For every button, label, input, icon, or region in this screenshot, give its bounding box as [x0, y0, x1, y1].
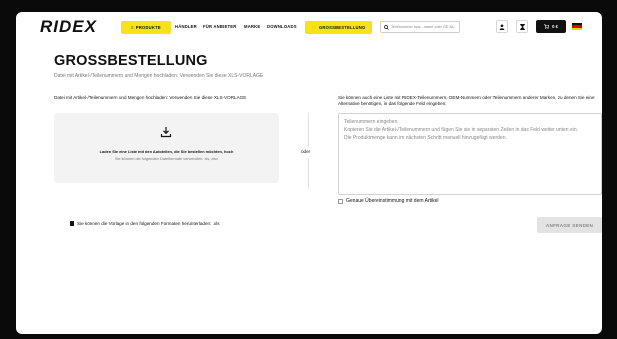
divider-line-top — [308, 113, 309, 147]
search-icon — [384, 24, 389, 30]
bulk-order-button[interactable]: ⚡ GROSSBESTELLUNG — [305, 21, 372, 34]
upload-label: Datei mit Artikel-/Teilenummern und Meng… — [54, 95, 247, 100]
user-icon — [499, 23, 505, 30]
upload-formats: Sie können die folgenden Dateiformate ve… — [114, 156, 219, 161]
exact-match-checkbox[interactable] — [338, 198, 343, 204]
oder-label: oder — [301, 149, 311, 154]
page-title: GROSSBESTELLUNG — [54, 53, 208, 69]
cart-button[interactable]: 0 € — [536, 20, 566, 33]
template-note-text: Sie können die Vorlage in den folgenden … — [77, 221, 220, 226]
cart-icon — [544, 24, 550, 29]
file-upload-dropzone[interactable]: Laden Sie eine Liste mit den Autoteilen,… — [54, 113, 279, 183]
recent-button[interactable] — [516, 20, 528, 33]
divider-line-bottom — [308, 159, 309, 189]
page-subtitle: Datei mit Artikel-/Teilenummern und Meng… — [54, 73, 264, 79]
textarea-placeholder-line: Die Produktmenge kann im nächsten Schrit… — [344, 135, 507, 141]
ridex-logo[interactable]: RIDEX — [40, 17, 97, 37]
send-request-button[interactable]: ANFRAGE SENDEN — [537, 217, 602, 233]
germany-flag-icon[interactable] — [572, 23, 582, 30]
exact-match-label: Genaue Übereinstimmung mit dem Artikel — [346, 198, 439, 204]
lightning-icon: ⚡ — [311, 24, 317, 30]
document-icon — [70, 221, 74, 226]
nav-link-downloads[interactable]: DOWNLOADS — [267, 24, 297, 29]
textarea-placeholder-line: Kopieren Sie die Artikel-/Teilenummern u… — [344, 127, 579, 133]
search-placeholder: Teilenummer bzw. -name oder OE-Nu — [391, 25, 455, 29]
textarea-placeholder-line: Teilenummern eingeben: — [344, 119, 399, 125]
upload-instruction: Laden Sie eine Liste mit den Autoteilen,… — [99, 149, 234, 154]
nav-link-marke[interactable]: MARKE — [244, 24, 260, 29]
cart-amount: 0 € — [552, 24, 558, 29]
bulk-order-label: GROSSBESTELLUNG — [318, 25, 366, 30]
hourglass-icon — [519, 23, 525, 30]
template-download-note[interactable]: Sie können die Vorlage in den folgenden … — [70, 221, 220, 226]
exact-match-row[interactable]: Genaue Übereinstimmung mit dem Artikel — [338, 198, 439, 204]
part-numbers-textarea[interactable]: Teilenummern eingeben: Kopieren Sie die … — [338, 113, 602, 195]
search-input[interactable]: Teilenummer bzw. -name oder OE-Nu — [380, 21, 460, 33]
download-icon — [160, 127, 172, 138]
nav-link-anbieter[interactable]: FÜR ANBIETER — [203, 24, 236, 29]
page-frame: RIDEX ≡ PRODUKTE HÄNDLER FÜR ANBIETER MA… — [16, 12, 602, 334]
nav-link-haendler[interactable]: HÄNDLER — [175, 24, 197, 29]
products-button[interactable]: ≡ PRODUKTE — [121, 21, 171, 34]
products-label: PRODUKTE — [135, 25, 161, 30]
part-numbers-label: Sie können auch eine Liste mit RIDEX-Tei… — [338, 95, 595, 106]
user-button[interactable] — [496, 20, 508, 33]
header: RIDEX ≡ PRODUKTE HÄNDLER FÜR ANBIETER MA… — [16, 12, 602, 42]
hamburger-icon: ≡ — [131, 25, 134, 30]
